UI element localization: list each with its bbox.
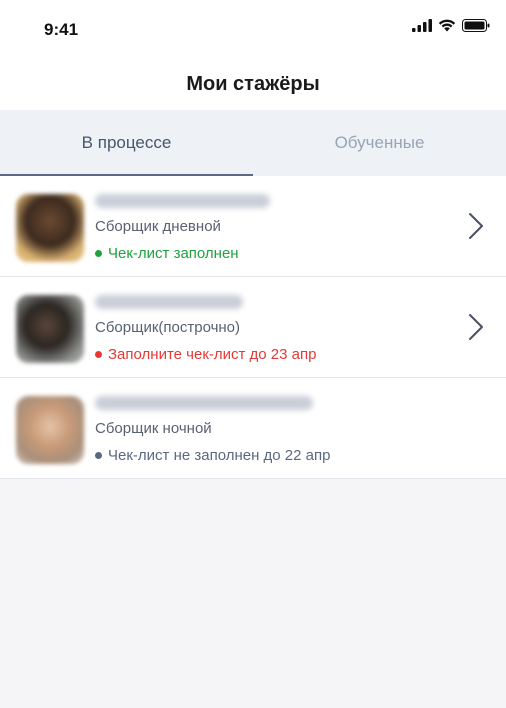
status-bar: 9:41 bbox=[0, 0, 506, 58]
checklist-status: Чек-лист не заполнен до 22 апр bbox=[95, 447, 330, 464]
trainee-role: Сборщик дневной bbox=[95, 218, 221, 235]
trainee-role: Сборщик(построчно) bbox=[95, 319, 241, 336]
tab-bar: В процессе Обученные bbox=[0, 110, 506, 176]
status-time: 9:41 bbox=[44, 20, 79, 39]
nav-header: Мои стажёры bbox=[0, 58, 506, 110]
tab-label: В процессе bbox=[81, 133, 172, 152]
signal-icon bbox=[412, 19, 432, 32]
status-text: Чек-лист не заполнен до 22 апр bbox=[108, 447, 331, 464]
tab-trained[interactable]: Обученные bbox=[253, 110, 506, 176]
list-item[interactable]: Сборщик дневной Чек-лист заполнен bbox=[0, 176, 506, 277]
list-item[interactable]: Сборщик ночной Чек-лист не заполнен до 2… bbox=[0, 378, 506, 479]
battery-icon bbox=[462, 19, 490, 32]
tab-in-progress[interactable]: В процессе bbox=[0, 110, 253, 176]
trainee-name-blurred bbox=[95, 295, 243, 309]
avatar bbox=[16, 194, 84, 262]
trainee-name-blurred bbox=[95, 396, 313, 410]
tab-label: Обученные bbox=[334, 133, 425, 152]
page-title: Мои стажёры bbox=[186, 72, 320, 95]
checklist-status: Чек-лист заполнен bbox=[95, 245, 239, 262]
trainee-role: Сборщик ночной bbox=[95, 420, 212, 437]
status-dot bbox=[95, 452, 102, 459]
status-dot bbox=[95, 250, 102, 257]
status-text: Заполните чек-лист до 23 апр bbox=[108, 346, 317, 363]
status-icons bbox=[412, 19, 490, 32]
empty-area bbox=[0, 480, 506, 708]
status-dot bbox=[95, 351, 102, 358]
trainee-name-blurred bbox=[95, 194, 270, 208]
status-text: Чек-лист заполнен bbox=[108, 245, 239, 262]
chevron-right-icon bbox=[469, 314, 483, 340]
avatar bbox=[16, 396, 84, 464]
checklist-status: Заполните чек-лист до 23 апр bbox=[95, 346, 316, 363]
wifi-icon bbox=[438, 19, 456, 32]
trainee-list: Сборщик дневной Чек-лист заполнен Сборщи… bbox=[0, 176, 506, 479]
avatar bbox=[16, 295, 84, 363]
list-item[interactable]: Сборщик(построчно) Заполните чек-лист до… bbox=[0, 277, 506, 378]
chevron-right-icon bbox=[469, 213, 483, 239]
